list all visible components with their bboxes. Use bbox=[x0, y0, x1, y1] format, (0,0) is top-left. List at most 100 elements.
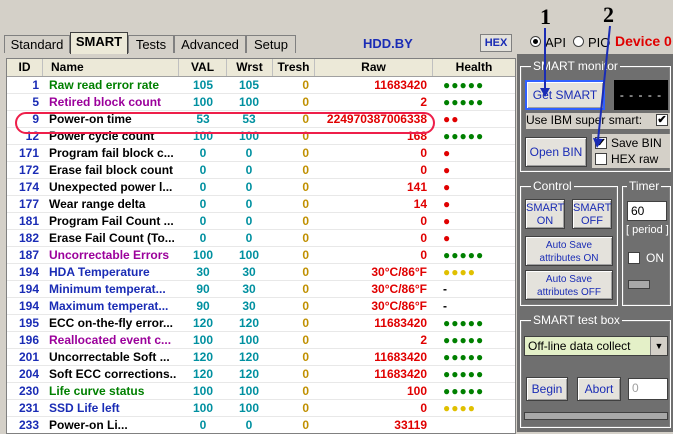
cell-val: 120 bbox=[192, 350, 214, 364]
cell-id: 194 bbox=[18, 299, 39, 313]
get-smart-button[interactable]: Get SMART bbox=[525, 80, 605, 110]
cell-name: Program Fail Count ... bbox=[49, 214, 174, 228]
chevron-down-icon[interactable]: ▼ bbox=[650, 337, 667, 355]
cell-tresh: 0 bbox=[302, 214, 309, 228]
table-row[interactable]: 177 Wear range delta 0 0 0 14 ● bbox=[7, 196, 515, 213]
cell-health: ●● bbox=[443, 112, 460, 126]
cell-tresh: 0 bbox=[302, 299, 309, 313]
table-row[interactable]: 172 Erase fail block count 0 0 0 0 ● bbox=[7, 162, 515, 179]
col-wrst[interactable]: Wrst bbox=[227, 59, 273, 76]
timer-period-input[interactable]: 60 bbox=[627, 201, 667, 221]
table-row[interactable]: 181 Program Fail Count ... 0 0 0 0 ● bbox=[7, 213, 515, 230]
cell-wrst: 105 bbox=[238, 78, 260, 92]
cell-wrst: 0 bbox=[245, 163, 253, 177]
annotation-1: 1 bbox=[540, 4, 551, 29]
test-type-select[interactable]: Off-line data collect ▼ bbox=[524, 336, 668, 356]
table-row[interactable]: 194 Maximum temperat... 90 30 0 30°C/86°F - bbox=[7, 298, 515, 315]
timer-title: Timer bbox=[627, 179, 662, 193]
cell-health: - bbox=[443, 282, 448, 296]
cell-wrst: 120 bbox=[238, 350, 260, 364]
cell-val: 0 bbox=[199, 146, 207, 160]
table-row[interactable]: 196 Reallocated event c... 100 100 0 2 ●●●●● bbox=[7, 332, 515, 349]
tab-advanced[interactable]: Advanced bbox=[174, 35, 246, 53]
auto-save-off-button[interactable]: Auto Save attributes OFF bbox=[525, 270, 613, 300]
cell-raw: 0 bbox=[420, 214, 427, 228]
cell-raw: 11683420 bbox=[374, 367, 427, 381]
table-row[interactable]: 194 Minimum temperat... 90 30 0 30°C/86°F - bbox=[7, 281, 515, 298]
table-row[interactable]: 174 Unexpected power l... 0 0 0 141 ● bbox=[7, 179, 515, 196]
tab-smart[interactable]: SMART bbox=[70, 32, 128, 54]
cell-wrst: 0 bbox=[245, 231, 253, 245]
cell-wrst: 0 bbox=[245, 214, 253, 228]
cell-raw: 30°C/86°F bbox=[371, 299, 427, 313]
cell-tresh: 0 bbox=[302, 384, 309, 398]
table-row[interactable]: 233 Power-on Li... 0 0 0 33119 bbox=[7, 417, 515, 433]
ibm-super-smart-label: Use IBM super smart: bbox=[526, 113, 670, 129]
table-row[interactable]: 1 Raw read error rate 105 105 0 11683420 ●●●●● bbox=[7, 77, 515, 94]
tab-setup[interactable]: Setup bbox=[246, 35, 296, 53]
tab-standard[interactable]: Standard bbox=[4, 35, 70, 53]
cell-wrst: 120 bbox=[238, 316, 260, 330]
col-val[interactable]: VAL bbox=[179, 59, 227, 76]
cell-name: Maximum temperat... bbox=[49, 299, 169, 313]
cell-health: ●●●●● bbox=[443, 384, 485, 398]
cell-id: 230 bbox=[18, 384, 39, 398]
cell-health: ●●●●● bbox=[443, 248, 485, 262]
cell-val: 100 bbox=[192, 248, 214, 262]
tab-tests[interactable]: Tests bbox=[128, 35, 174, 53]
cell-val: 120 bbox=[192, 367, 214, 381]
cell-health: ● bbox=[443, 214, 452, 228]
cell-raw: 141 bbox=[406, 180, 427, 194]
cell-tresh: 0 bbox=[302, 367, 309, 381]
tab-bar: Standard SMART Tests Advanced Setup bbox=[0, 30, 520, 54]
cell-wrst: 30 bbox=[242, 299, 256, 313]
cell-raw: 11683420 bbox=[374, 78, 427, 92]
begin-button[interactable]: Begin bbox=[526, 377, 568, 401]
col-name[interactable]: Name bbox=[43, 59, 179, 76]
table-row[interactable]: 204 Soft ECC corrections... 120 120 0 1168342… bbox=[7, 366, 515, 383]
table-row[interactable]: 187 Uncorrectable Errors 100 100 0 0 ●●●●● bbox=[7, 247, 515, 264]
col-id[interactable]: ID bbox=[7, 59, 43, 76]
open-bin-button[interactable]: Open BIN bbox=[525, 137, 587, 167]
table-row[interactable]: 230 Life curve status 100 100 0 100 ●●●●● bbox=[7, 383, 515, 400]
table-row[interactable]: 5 Retired block count 100 100 0 2 ●●●●● bbox=[7, 94, 515, 111]
api-radio[interactable] bbox=[530, 36, 541, 47]
hex-raw-checkbox[interactable] bbox=[595, 153, 607, 165]
cell-id: 233 bbox=[18, 418, 39, 432]
cell-val: 0 bbox=[199, 418, 207, 432]
ibm-super-smart-checkbox[interactable]: ✔ bbox=[656, 114, 668, 126]
table-header: ID Name VAL Wrst Tresh Raw Health bbox=[7, 59, 515, 77]
smart-off-button[interactable]: SMART OFF bbox=[572, 199, 612, 229]
cell-id: 231 bbox=[18, 401, 39, 415]
col-health[interactable]: Health bbox=[433, 59, 515, 76]
cell-raw: 0 bbox=[420, 401, 427, 415]
cell-health bbox=[443, 417, 513, 433]
save-bin-checkbox[interactable]: ✔ bbox=[595, 137, 607, 149]
cell-name: SSD Life left bbox=[49, 401, 120, 415]
col-tresh[interactable]: Tresh bbox=[273, 59, 315, 76]
smart-on-button[interactable]: SMART ON bbox=[525, 199, 565, 229]
cell-name: Raw read error rate bbox=[49, 78, 160, 92]
col-raw[interactable]: Raw bbox=[315, 59, 433, 76]
cell-tresh: 0 bbox=[302, 248, 309, 262]
table-row[interactable]: 194 HDA Temperature 30 30 0 30°C/86°F ●●●● bbox=[7, 264, 515, 281]
app-title: HDD.BY bbox=[363, 36, 413, 51]
hex-button[interactable]: HEX bbox=[480, 34, 512, 52]
cell-name: HDA Temperature bbox=[49, 265, 150, 279]
table-row[interactable]: 201 Uncorrectable Soft ... 120 120 0 11683420… bbox=[7, 349, 515, 366]
table-row[interactable]: 182 Erase Fail Count (To... 0 0 0 0 ● bbox=[7, 230, 515, 247]
auto-save-off-line2: attributes OFF bbox=[537, 287, 601, 298]
auto-save-on-button[interactable]: Auto Save attributes ON bbox=[525, 236, 613, 266]
table-row[interactable]: 171 Program fail block c... 0 0 0 0 ● bbox=[7, 145, 515, 162]
timer-indicator bbox=[628, 280, 650, 289]
table-row[interactable]: 231 SSD Life left 100 100 0 0 ●●●● bbox=[7, 400, 515, 417]
cell-name: Wear range delta bbox=[49, 197, 146, 211]
cell-health: ●●●● bbox=[443, 401, 476, 415]
pio-radio[interactable] bbox=[573, 36, 584, 47]
abort-button[interactable]: Abort bbox=[577, 377, 621, 401]
cell-raw: 30°C/86°F bbox=[371, 265, 427, 279]
cell-name: Erase Fail Count (To... bbox=[49, 231, 175, 245]
test-progress-input[interactable]: 0 bbox=[628, 378, 668, 400]
timer-on-checkbox[interactable] bbox=[628, 252, 640, 264]
table-row[interactable]: 195 ECC on-the-fly error... 120 120 0 1168342… bbox=[7, 315, 515, 332]
